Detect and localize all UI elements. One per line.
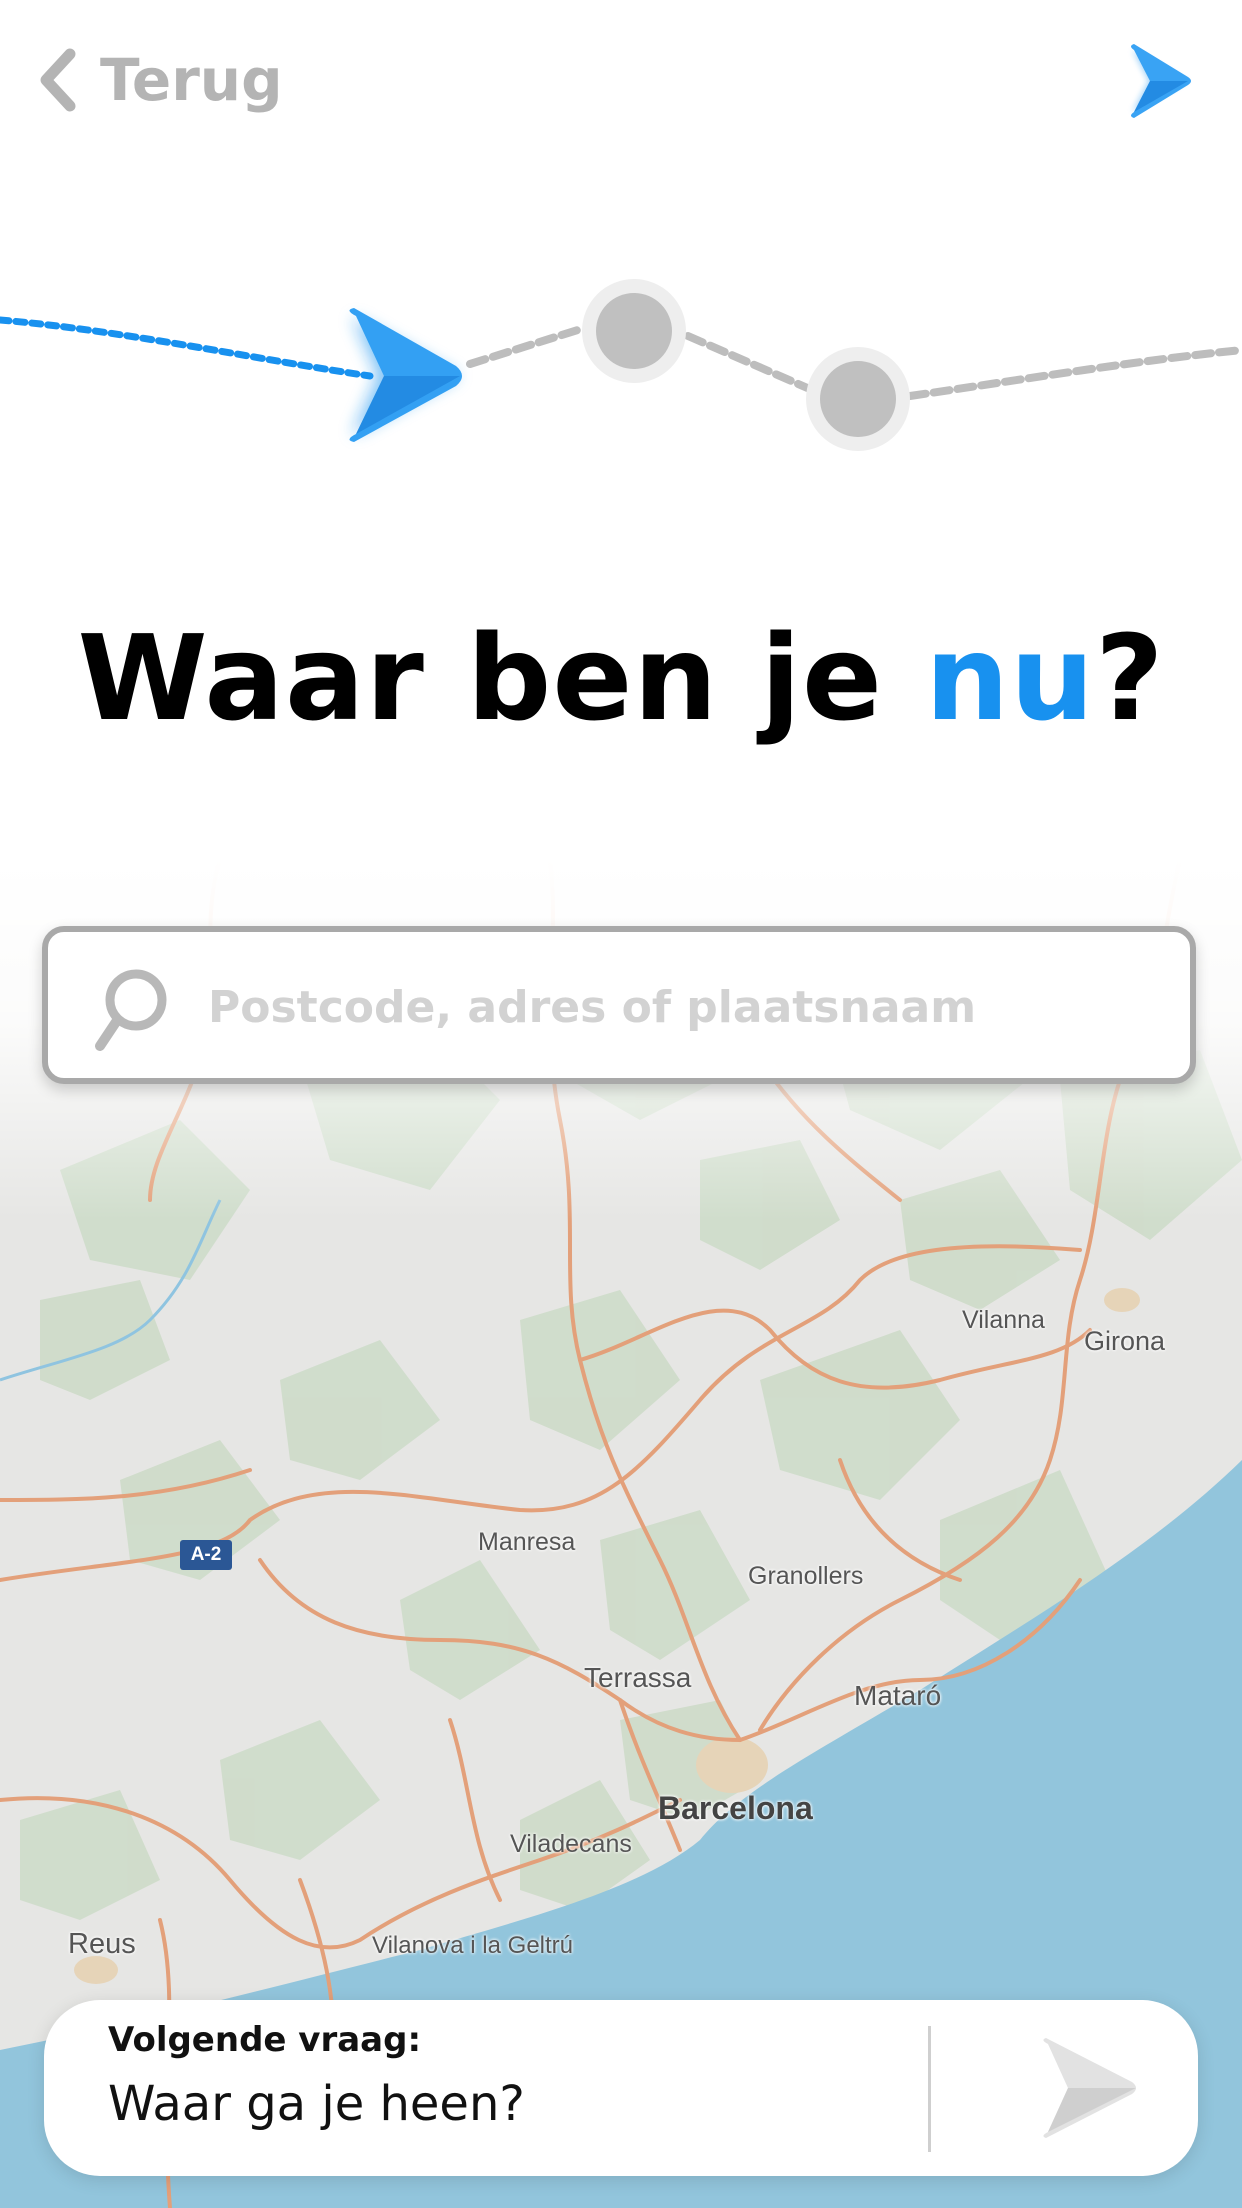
progress-step-3-icon <box>806 347 910 451</box>
location-search-box[interactable] <box>42 926 1196 1084</box>
search-icon <box>95 969 167 1051</box>
map-label-girona: Girona <box>1084 1326 1166 1356</box>
card-divider <box>928 2026 931 2152</box>
progress-step-2-icon <box>582 279 686 383</box>
chevron-left-icon <box>40 48 76 112</box>
progress-track <box>0 250 1242 470</box>
map-label-mataro: Mataró <box>854 1680 942 1711</box>
top-bar: Terug <box>0 0 1242 160</box>
title-suffix: ? <box>1095 609 1165 747</box>
map-label-vilanna: Vilanna <box>962 1306 1045 1334</box>
back-button[interactable]: Terug <box>36 40 283 120</box>
page-title: Waar ben je nu? <box>0 598 1242 758</box>
brand-arrow-icon[interactable] <box>1124 42 1196 120</box>
map-label-reus: Reus <box>68 1928 136 1960</box>
progress-completed-path <box>0 316 374 380</box>
title-accent: nu <box>925 609 1096 747</box>
map-label-viladecans: Viladecans <box>510 1830 632 1858</box>
map-label-terrassa: Terrassa <box>584 1662 692 1693</box>
back-label: Terug <box>100 46 283 114</box>
next-question-text: Waar ga je heen? <box>108 2076 525 2132</box>
title-prefix: Waar ben je <box>77 609 926 747</box>
next-question-card: Volgende vraag: Waar ga je heen? <box>44 2000 1198 2176</box>
location-search-input[interactable] <box>206 962 1160 1052</box>
next-arrow-icon[interactable] <box>1006 2038 1146 2138</box>
next-question-label: Volgende vraag: <box>108 2020 422 2060</box>
map-label-vilanova: Vilanova i la Geltrú <box>372 1932 573 1959</box>
map-label-barcelona: Barcelona <box>658 1790 813 1826</box>
road-shield-a2: A-2 <box>180 1540 232 1570</box>
map-label-granollers: Granollers <box>748 1562 864 1590</box>
map-label-manresa: Manresa <box>478 1528 576 1556</box>
